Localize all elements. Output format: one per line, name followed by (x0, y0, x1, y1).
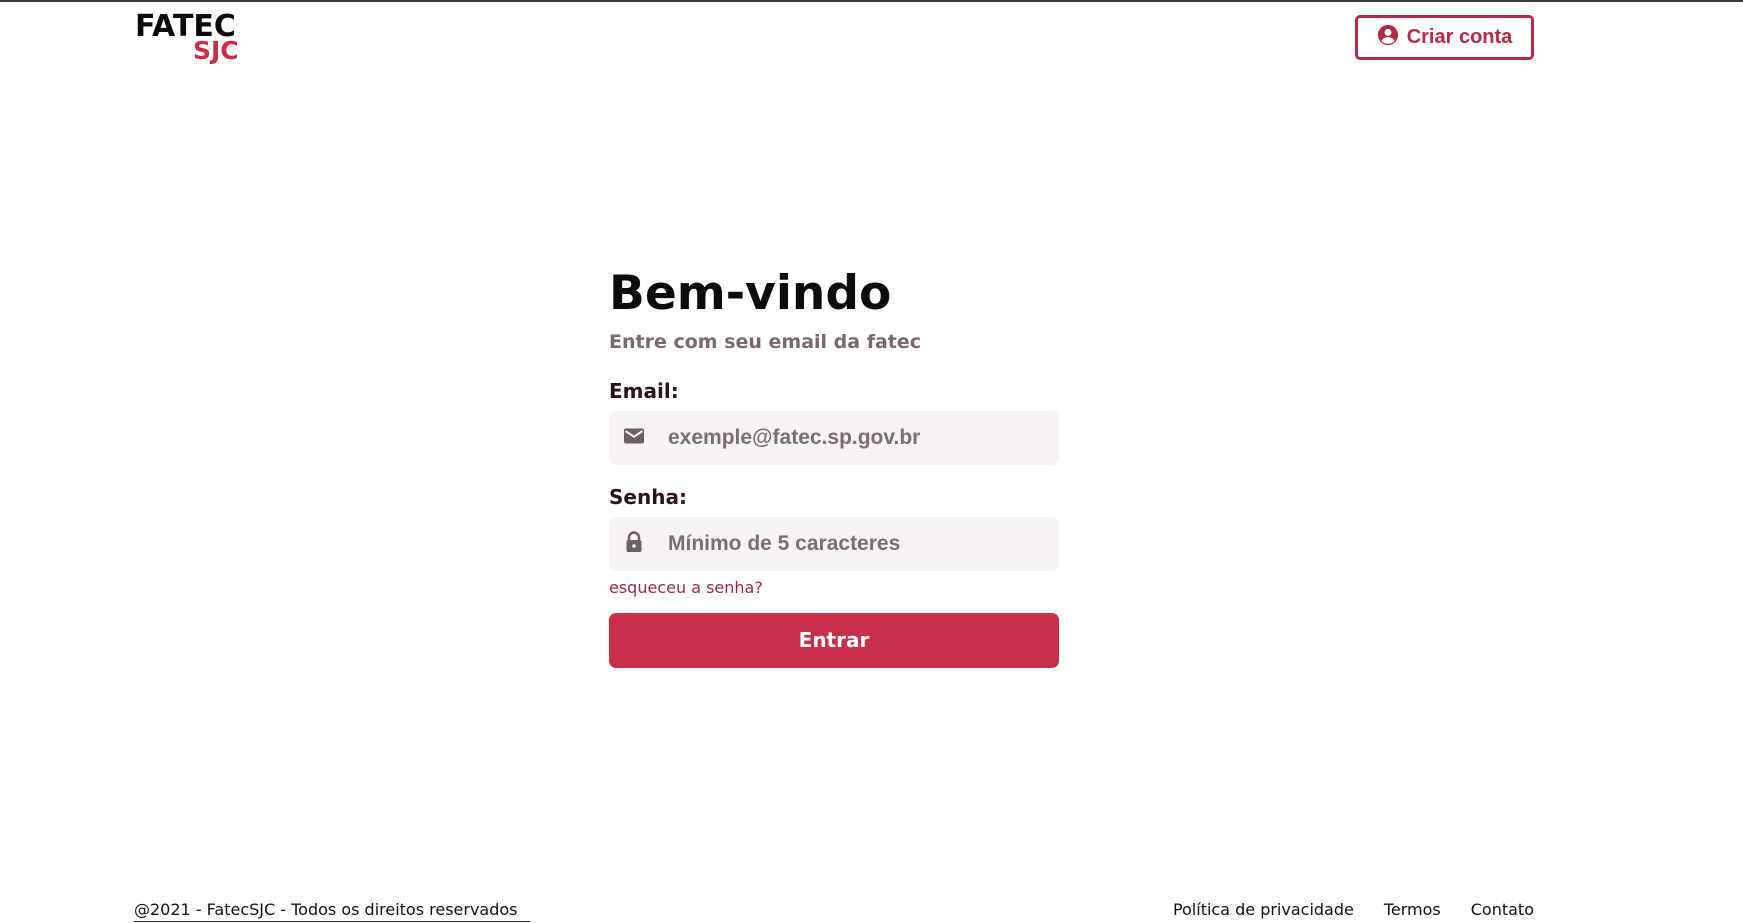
footer-link-privacy[interactable]: Política de privacidade (1173, 900, 1354, 919)
footer-link-terms[interactable]: Termos (1384, 900, 1441, 919)
page-subtitle: Entre com seu email da fatec (609, 330, 922, 353)
footer-nav: Política de privacidade Termos Contato (1173, 900, 1534, 919)
footer-link-contact[interactable]: Contato (1471, 900, 1534, 919)
forgot-password-link[interactable]: esqueceu a senha? (609, 578, 763, 597)
email-input[interactable] (668, 425, 1048, 450)
top-border (0, 0, 1743, 2)
password-label: Senha: (609, 484, 687, 509)
logo-text-sjc: SJC (193, 36, 239, 65)
page-title: Bem-vindo (609, 266, 892, 321)
user-circle-icon (1377, 24, 1399, 52)
footer-copyright: @2021 - FatecSJC - Todos os direitos res… (134, 900, 530, 922)
create-account-label: Criar conta (1406, 26, 1513, 48)
password-field-container[interactable] (609, 516, 1059, 571)
email-field-container[interactable] (609, 410, 1059, 465)
lock-icon (622, 530, 646, 558)
create-account-button[interactable]: Criar conta (1355, 15, 1534, 60)
email-label: Email: (609, 378, 679, 403)
login-form: Bem-vindo Entre com seu email da fatec E… (609, 268, 1059, 668)
fatec-sjc-logo: FATEC SJC (135, 12, 239, 64)
mail-icon (622, 424, 646, 452)
password-input[interactable] (668, 531, 1048, 556)
submit-button[interactable]: Entrar (609, 612, 1059, 668)
